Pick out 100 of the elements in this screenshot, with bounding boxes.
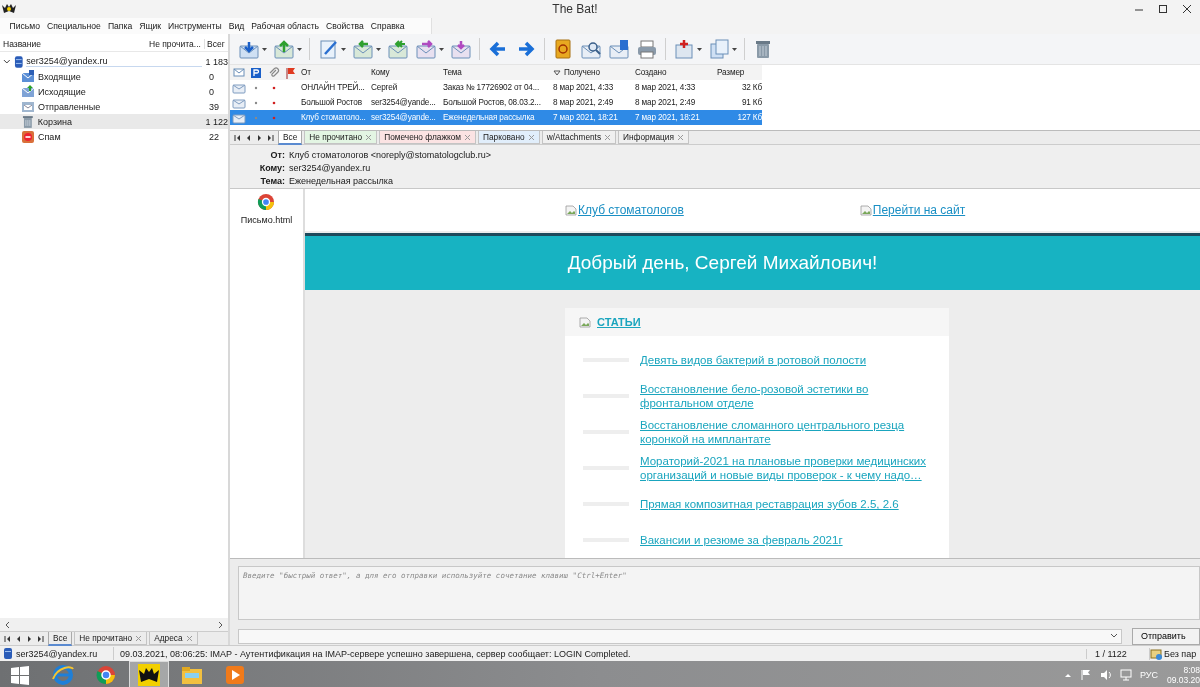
column-header[interactable]: Всег bbox=[204, 39, 228, 49]
folder-row[interactable]: Корзина 1 122 bbox=[0, 114, 228, 129]
folder-row[interactable]: Входящие 0 bbox=[0, 69, 228, 84]
caret-icon bbox=[697, 47, 702, 51]
menu-item[interactable]: Ящик bbox=[135, 21, 165, 31]
scroll-right-icon[interactable] bbox=[216, 620, 224, 629]
menu-item[interactable]: Справка bbox=[367, 21, 409, 31]
status-mode: Без пар bbox=[1164, 648, 1197, 659]
menu-item[interactable]: Письмо bbox=[6, 21, 44, 31]
browser-file-icon[interactable] bbox=[257, 193, 276, 211]
message-row[interactable]: ОНЛАЙН ТРЕЙ... Сергей Заказ № 17726902 от 04... 8 мар 2021, 4:33 8 мар 2021, 4:33 32 Кб bbox=[230, 80, 762, 95]
scroll-left-icon[interactable] bbox=[4, 620, 12, 629]
column-header[interactable]: Название bbox=[0, 39, 149, 49]
envelope-up-arrow-icon bbox=[273, 38, 295, 60]
dot-icon bbox=[271, 85, 276, 90]
broken-image-icon bbox=[579, 316, 591, 328]
maximize-icon[interactable] bbox=[1158, 4, 1168, 14]
envelope-document-icon bbox=[608, 38, 630, 60]
column-header[interactable]: Тема bbox=[442, 68, 552, 77]
table-cell-text: Большой Ростов bbox=[300, 98, 363, 107]
close-icon[interactable] bbox=[1182, 4, 1192, 14]
previous-icon[interactable] bbox=[245, 133, 252, 142]
envelope-double-arrow-icon bbox=[387, 38, 409, 60]
chevron-icon[interactable] bbox=[3, 57, 11, 66]
folder-name: Входящие bbox=[38, 71, 82, 82]
network-icon[interactable] bbox=[1119, 668, 1132, 681]
spam-icon bbox=[21, 129, 35, 144]
column-header[interactable]: Кому bbox=[370, 68, 442, 77]
column-header[interactable]: От bbox=[300, 68, 370, 77]
column-header[interactable]: Получено bbox=[552, 68, 634, 77]
filter-tab[interactable]: Все bbox=[278, 130, 303, 145]
first-icon[interactable] bbox=[4, 634, 11, 643]
caret-icon bbox=[341, 47, 346, 51]
folder-name: Корзина bbox=[37, 116, 74, 127]
table-cell-text: 7 мар 2021, 18:21 bbox=[634, 113, 701, 122]
column-header[interactable]: Размер bbox=[716, 68, 762, 77]
menu-item[interactable]: Рабочая область bbox=[247, 21, 323, 31]
link[interactable]: Перейти на сайт bbox=[872, 203, 966, 217]
account-icon bbox=[3, 647, 13, 660]
copy-pages-icon bbox=[708, 38, 730, 60]
mode-icon bbox=[1150, 647, 1162, 660]
send-button[interactable]: Отправить bbox=[1132, 627, 1200, 645]
sort-icon bbox=[553, 69, 561, 76]
column-header[interactable]: Не прочита... bbox=[149, 39, 204, 49]
menu-item[interactable]: Папка bbox=[104, 21, 136, 31]
folder-count: 0 bbox=[209, 71, 214, 82]
account-name[interactable]: ser3254@yandex.ru bbox=[26, 56, 203, 67]
menu-item[interactable]: Специальное bbox=[43, 21, 105, 31]
last-icon[interactable] bbox=[267, 133, 274, 142]
first-icon[interactable] bbox=[234, 133, 241, 142]
dot-icon bbox=[271, 100, 276, 105]
last-icon[interactable] bbox=[37, 634, 44, 643]
previous-icon[interactable] bbox=[15, 634, 22, 643]
message-row[interactable]: Большой Ростов ser3254@yande... Большой Ростов, 08.03.2... 8 мар 2021, 2:49 8 мар 2021, 2:49 91 Кб bbox=[230, 95, 762, 110]
folder-name: Отправленные bbox=[38, 101, 102, 112]
caret-icon bbox=[732, 47, 737, 51]
table-cell-text: ser3254@yande... bbox=[370, 113, 437, 122]
table-cell-text: 127 Кб bbox=[736, 113, 762, 122]
speaker-icon[interactable] bbox=[1099, 668, 1112, 681]
trash-icon bbox=[21, 114, 35, 129]
envelope-icon bbox=[231, 111, 246, 124]
menu-item[interactable]: Вид bbox=[225, 21, 248, 31]
filter-tab[interactable]: Парковано bbox=[478, 131, 540, 144]
field-label: Кому: bbox=[258, 162, 286, 173]
table-cell-text: 32 Кб bbox=[740, 83, 762, 92]
next-icon[interactable] bbox=[26, 634, 33, 643]
filter-tab[interactable]: Информация bbox=[618, 131, 689, 144]
attachment-name[interactable]: Письмо.html bbox=[240, 215, 293, 225]
field-value: Еженедельная рассылка bbox=[289, 175, 393, 186]
greeting-banner: Добрый день, Сергей Михайлович! bbox=[305, 233, 1200, 290]
envelope-icon bbox=[231, 96, 246, 109]
folder-count: 0 bbox=[209, 86, 214, 97]
sent-folder-icon bbox=[21, 99, 35, 114]
tray-arrow-icon[interactable] bbox=[1063, 671, 1072, 678]
caret-icon bbox=[297, 47, 302, 51]
broken-image-icon bbox=[565, 204, 577, 216]
broken-image-icon bbox=[859, 204, 872, 216]
flag-icon bbox=[285, 66, 297, 79]
filter-tab[interactable]: w/Attachments bbox=[541, 131, 617, 144]
folder-name: Спам bbox=[38, 131, 62, 142]
folder-row[interactable]: Отправленные 39 bbox=[0, 99, 228, 114]
filter-tab[interactable]: Помечено флажком bbox=[379, 131, 476, 144]
column-header[interactable]: Создано bbox=[634, 68, 716, 77]
table-cell-text: Сергей bbox=[370, 83, 399, 92]
flag-icon[interactable] bbox=[1079, 668, 1092, 681]
paperclip-icon bbox=[267, 66, 280, 79]
link[interactable]: Клуб стоматологов bbox=[578, 203, 684, 217]
menu-item[interactable]: Свойства bbox=[322, 21, 368, 31]
play-icon bbox=[224, 663, 246, 686]
taskbar-app[interactable] bbox=[129, 661, 169, 687]
folder-row[interactable]: Спам 22 bbox=[0, 129, 228, 144]
folder-row[interactable]: Исходящие 0 bbox=[0, 84, 228, 99]
caret-icon bbox=[262, 47, 267, 51]
menu-item[interactable]: Инструменты bbox=[164, 21, 226, 31]
dot-icon bbox=[271, 115, 276, 120]
folder-count: 22 bbox=[209, 131, 219, 142]
next-icon[interactable] bbox=[256, 133, 263, 142]
filter-tab[interactable]: Не прочитано bbox=[304, 131, 378, 144]
table-cell-text: 8 мар 2021, 2:49 bbox=[634, 98, 697, 107]
message-row[interactable]: Клуб стоматоло... ser3254@yande... Еженедельная рассылка 7 мар 2021, 18:21 7 мар 2021, 18:21 127 Кб bbox=[230, 110, 762, 125]
